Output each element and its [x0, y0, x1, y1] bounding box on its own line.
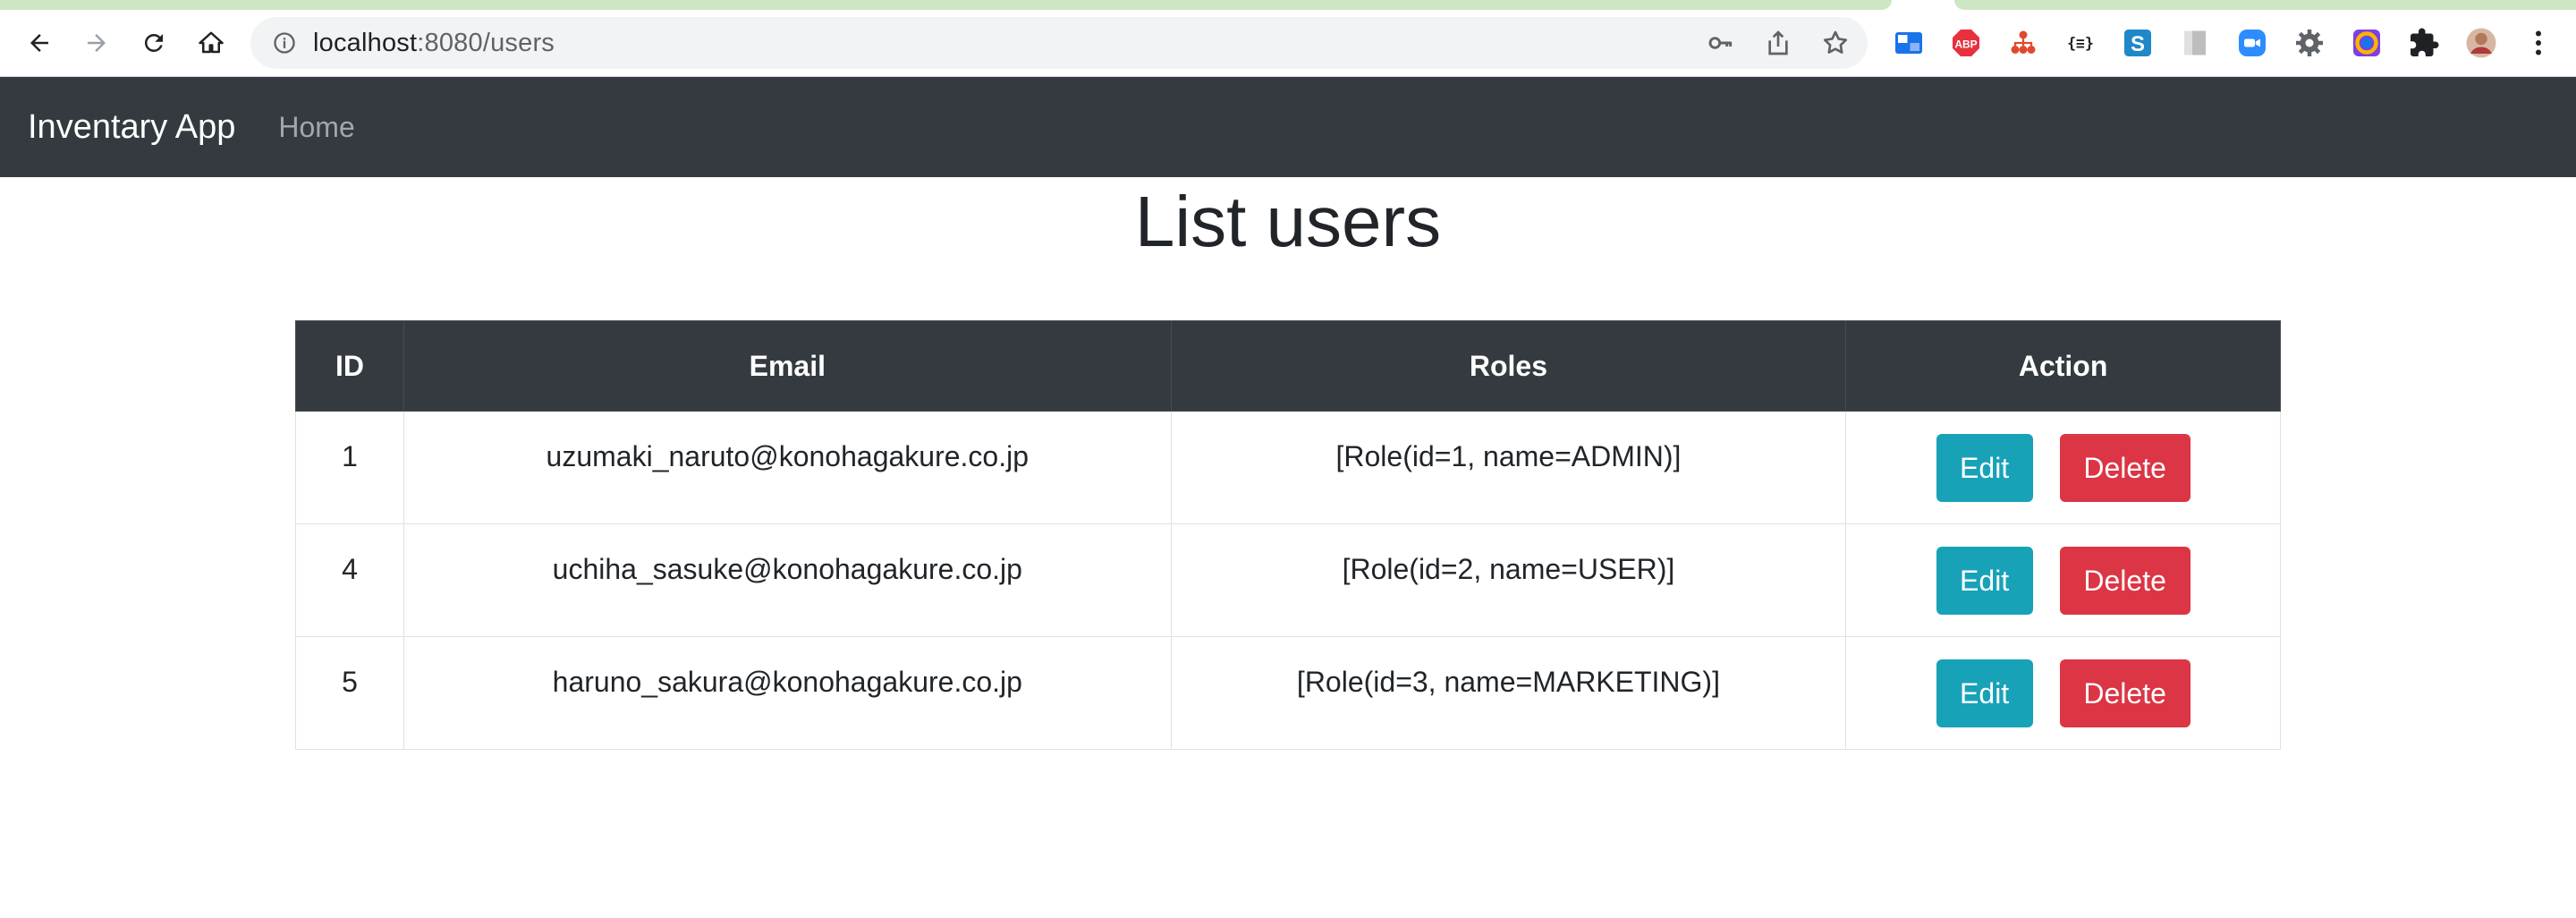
- forward-button[interactable]: [68, 14, 125, 72]
- cell-email: uchiha_sasuke@konohagakure.co.jp: [402, 523, 1172, 637]
- bookmark-star-icon[interactable]: [1819, 27, 1852, 59]
- home-icon: [199, 31, 224, 54]
- cell-roles: [Role(id=2, name=USER)]: [1170, 523, 1847, 637]
- tab-strip: [0, 0, 2576, 10]
- url-text[interactable]: localhost:8080/users: [313, 29, 555, 58]
- cell-roles: [Role(id=1, name=ADMIN)]: [1170, 411, 1847, 524]
- adblock-plus-icon[interactable]: ABP: [1946, 23, 1986, 63]
- column-header-action: Action: [1845, 320, 2281, 412]
- edit-button[interactable]: Edit: [1936, 546, 2033, 615]
- share-icon[interactable]: [1762, 27, 1794, 59]
- table-row: 1 uzumaki_naruto@konohagakure.co.jp [Rol…: [295, 411, 2281, 524]
- table-header-row: ID Email Roles Action: [295, 320, 2281, 412]
- cell-id: 4: [295, 523, 404, 637]
- delete-button[interactable]: Delete: [2059, 659, 2190, 727]
- delete-button[interactable]: Delete: [2059, 433, 2190, 502]
- cell-email: uzumaki_naruto@konohagakure.co.jp: [402, 411, 1172, 524]
- extension-reading-icon[interactable]: [1889, 23, 1928, 63]
- reload-button[interactable]: [125, 14, 182, 72]
- address-bar-actions: [1705, 17, 1852, 69]
- url-path: :8080/users: [417, 28, 555, 57]
- cell-email: haruno_sakura@konohagakure.co.jp: [402, 636, 1172, 750]
- tab-strip-left[interactable]: [0, 0, 1892, 10]
- delete-button[interactable]: Delete: [2059, 546, 2190, 615]
- reload-icon: [144, 33, 163, 52]
- svg-text:ABP: ABP: [1954, 38, 1977, 50]
- edit-button[interactable]: Edit: [1936, 659, 2033, 727]
- svg-text:{≡}: {≡}: [2067, 35, 2094, 52]
- table-header: ID Email Roles Action: [295, 320, 2281, 412]
- cell-actions: Edit Delete: [1845, 636, 2281, 750]
- column-header-roles: Roles: [1170, 320, 1847, 412]
- table-row: 4 uchiha_sasuke@konohagakure.co.jp [Role…: [295, 523, 2281, 637]
- nav-link-home[interactable]: Home: [278, 111, 354, 144]
- key-icon[interactable]: [1705, 27, 1737, 59]
- cell-id: 5: [295, 636, 404, 750]
- home-button[interactable]: [182, 14, 240, 72]
- tab-strip-right[interactable]: [1954, 0, 2576, 10]
- profile-avatar[interactable]: [2462, 23, 2501, 63]
- url-host: localhost: [313, 28, 418, 57]
- column-header-id: ID: [295, 320, 404, 412]
- site-info-icon[interactable]: [270, 29, 299, 57]
- address-bar[interactable]: localhost:8080/users: [250, 17, 1868, 69]
- table-row: 5 haruno_sakura@konohagakure.co.jp [Role…: [295, 636, 2281, 750]
- extensions-bar: ABP {≡} S: [1889, 10, 2558, 76]
- users-table: ID Email Roles Action 1 uzumaki_naruto@k…: [295, 320, 2281, 750]
- page-title: List users: [1134, 182, 1442, 261]
- svg-text:S: S: [2131, 32, 2145, 56]
- arrow-left-icon: [30, 34, 48, 52]
- browser-menu-icon[interactable]: [2519, 23, 2558, 63]
- browser-toolbar: localhost:8080/users ABP {≡} S: [0, 10, 2576, 76]
- browser-chrome: localhost:8080/users ABP {≡} S: [0, 0, 2576, 77]
- cell-roles: [Role(id=3, name=MARKETING)]: [1170, 636, 1847, 750]
- column-header-email: Email: [402, 320, 1172, 412]
- navbar-brand[interactable]: Inventary App: [28, 108, 235, 147]
- cell-actions: Edit Delete: [1845, 523, 2281, 637]
- cell-actions: Edit Delete: [1845, 411, 2281, 524]
- json-formatter-icon[interactable]: {≡}: [2061, 23, 2100, 63]
- table-body: 1 uzumaki_naruto@konohagakure.co.jp [Rol…: [295, 411, 2281, 750]
- color-picker-icon[interactable]: [2347, 23, 2386, 63]
- app-navbar: Inventary App Home: [0, 77, 2576, 177]
- extensions-puzzle-icon[interactable]: [2404, 23, 2444, 63]
- zoom-icon[interactable]: [2233, 23, 2272, 63]
- arrow-right-icon: [88, 34, 106, 52]
- extension-bookmark-icon[interactable]: [2175, 23, 2215, 63]
- back-button[interactable]: [11, 14, 68, 72]
- cell-id: 1: [295, 411, 404, 524]
- extension-tree-icon[interactable]: [2004, 23, 2043, 63]
- edit-button[interactable]: Edit: [1936, 433, 2033, 502]
- settings-gear-icon[interactable]: [2290, 23, 2329, 63]
- extension-s-icon[interactable]: S: [2118, 23, 2157, 63]
